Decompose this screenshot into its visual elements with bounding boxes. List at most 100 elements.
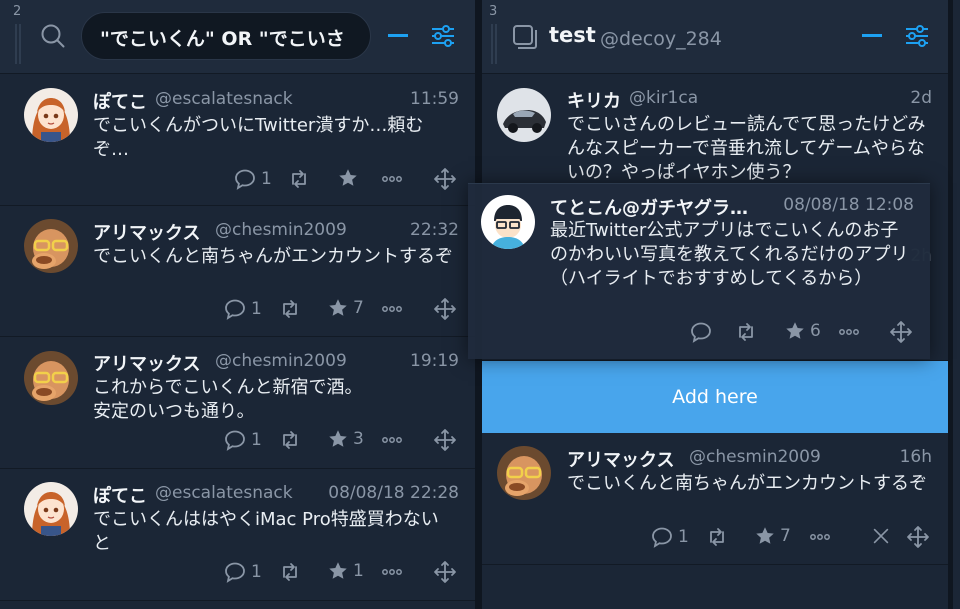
move-icon bbox=[906, 525, 930, 549]
move-button[interactable] bbox=[889, 320, 913, 344]
tweet-author-name[interactable]: アリマックス bbox=[567, 446, 674, 472]
reply-icon bbox=[223, 560, 247, 584]
reply-button[interactable]: 1 bbox=[233, 167, 272, 191]
move-button[interactable] bbox=[433, 560, 457, 584]
tweet-author-handle[interactable]: @escalatesnack bbox=[155, 89, 293, 109]
reply-count: 1 bbox=[251, 299, 262, 319]
tweet-author-name[interactable]: ぽてこ bbox=[93, 482, 147, 508]
tweet-card[interactable]: ぽてこ @escalatesnack 11:59 でこいくんがついにTwitte… bbox=[0, 75, 475, 206]
tweet-author-name[interactable]: ぽてこ bbox=[93, 88, 147, 114]
like-icon bbox=[784, 320, 806, 342]
like-button[interactable]: 7 bbox=[754, 525, 791, 547]
like-button[interactable]: 7 bbox=[327, 297, 364, 319]
retweet-button[interactable] bbox=[278, 297, 302, 321]
tweet-author-name[interactable]: キリカ bbox=[567, 87, 621, 113]
like-button[interactable]: 1 bbox=[327, 560, 364, 582]
more-icon bbox=[380, 167, 404, 191]
remove-icon bbox=[870, 525, 892, 547]
move-button[interactable] bbox=[433, 297, 457, 321]
move-icon bbox=[433, 297, 457, 321]
tweet-card[interactable]: アリマックス @chesmin2009 16h でこいくんと南ちゃんがエンカウン… bbox=[482, 434, 948, 565]
tweet-author-handle[interactable]: @escalatesnack bbox=[155, 483, 293, 503]
tweet-author-handle[interactable]: @chesmin2009 bbox=[215, 351, 347, 371]
tweet-timestamp[interactable]: 16h bbox=[900, 447, 932, 467]
tweet-author-name[interactable]: アリマックス bbox=[93, 219, 200, 245]
more-button[interactable] bbox=[380, 428, 404, 452]
more-icon bbox=[808, 525, 832, 549]
dragging-tweet-card[interactable]: てとこん@ガチヤグラ… 08/08/18 12:08 最近Twitter公式アプ… bbox=[468, 183, 930, 359]
more-icon bbox=[380, 297, 404, 321]
tweet-timestamp[interactable]: 08/08/18 22:28 bbox=[328, 483, 459, 503]
more-button[interactable] bbox=[808, 525, 832, 549]
avatar[interactable] bbox=[497, 88, 551, 142]
search-input[interactable]: "でこいくん" OR "でこいさ bbox=[81, 12, 371, 60]
move-button[interactable] bbox=[433, 428, 457, 452]
tweet-card[interactable]: アリマックス @chesmin2009 22:32 でこいくんと南ちゃんがエンカ… bbox=[0, 207, 475, 337]
more-button[interactable] bbox=[837, 320, 861, 344]
like-button[interactable] bbox=[337, 167, 359, 189]
avatar[interactable] bbox=[481, 195, 535, 249]
reply-icon bbox=[689, 320, 713, 344]
next-column-edge bbox=[953, 0, 960, 609]
like-icon bbox=[754, 525, 776, 547]
avatar[interactable] bbox=[24, 482, 78, 536]
column-number: 2 bbox=[13, 4, 22, 19]
tweet-author-handle[interactable]: @kir1ca bbox=[629, 88, 698, 108]
column-drag-handle[interactable] bbox=[15, 24, 21, 64]
move-button[interactable] bbox=[906, 525, 930, 549]
more-icon bbox=[380, 560, 404, 584]
tweet-card[interactable]: ぽてこ @escalatesnack 08/08/18 22:28 でこいくんは… bbox=[0, 470, 475, 601]
avatar[interactable] bbox=[24, 88, 78, 142]
avatar[interactable] bbox=[24, 219, 78, 273]
reply-button[interactable]: 1 bbox=[223, 560, 262, 584]
tweet-timestamp[interactable]: 22:32 bbox=[410, 220, 459, 240]
tweet-timestamp[interactable]: 11:59 bbox=[410, 89, 459, 109]
filter-icon[interactable] bbox=[903, 22, 931, 50]
add-here-drop-zone[interactable]: Add here bbox=[482, 361, 948, 433]
reply-button[interactable] bbox=[689, 320, 713, 344]
tweet-text: でこいくんがついにTwitter潰すか…頼むぞ… bbox=[93, 115, 424, 160]
avatar[interactable] bbox=[24, 351, 78, 405]
column-title: test bbox=[549, 23, 596, 47]
tweet-card[interactable]: アリマックス @chesmin2009 19:19 これからでこいくんと新宿で酒… bbox=[0, 338, 475, 469]
column-number: 3 bbox=[489, 4, 498, 19]
tweet-author-name[interactable]: アリマックス bbox=[93, 350, 200, 376]
like-icon bbox=[337, 167, 359, 189]
tweet-timestamp[interactable]: 08/08/18 12:08 bbox=[783, 195, 914, 215]
remove-button[interactable] bbox=[870, 525, 892, 547]
retweet-button[interactable] bbox=[287, 167, 311, 191]
more-button[interactable] bbox=[380, 560, 404, 584]
collapse-column-button[interactable] bbox=[862, 34, 882, 37]
column-drag-handle[interactable] bbox=[491, 24, 497, 64]
retweet-icon bbox=[278, 560, 302, 584]
collapse-column-button[interactable] bbox=[388, 34, 408, 37]
more-button[interactable] bbox=[380, 167, 404, 191]
search-icon[interactable] bbox=[39, 22, 67, 50]
reply-button[interactable]: 1 bbox=[650, 525, 689, 549]
more-button[interactable] bbox=[380, 297, 404, 321]
tweet-author-handle[interactable]: @chesmin2009 bbox=[689, 447, 821, 467]
move-button[interactable] bbox=[433, 167, 457, 191]
tweet-timestamp[interactable]: 19:19 bbox=[410, 351, 459, 371]
tweet-text: でこいくんと南ちゃんがエンカウントするぞ bbox=[567, 473, 927, 494]
like-button[interactable]: 3 bbox=[327, 428, 364, 450]
reply-button[interactable]: 1 bbox=[223, 297, 262, 321]
like-count: 1 bbox=[353, 561, 364, 581]
like-button[interactable]: 6 bbox=[784, 320, 821, 342]
retweet-button[interactable] bbox=[278, 560, 302, 584]
reply-button[interactable]: 1 bbox=[223, 428, 262, 452]
reply-icon bbox=[223, 297, 247, 321]
tweet-author-name[interactable]: てとこん@ガチヤグラ… bbox=[550, 194, 748, 220]
more-icon bbox=[380, 428, 404, 452]
tweet-author-handle[interactable]: @chesmin2009 bbox=[215, 220, 347, 240]
more-icon bbox=[837, 320, 861, 344]
avatar[interactable] bbox=[497, 446, 551, 500]
tweet-text: 最近Twitter公式アプリはでこいくんのお子のかわいい写真を教えてくれるだけの… bbox=[550, 220, 909, 289]
retweet-icon bbox=[734, 320, 758, 344]
retweet-button[interactable] bbox=[278, 428, 302, 452]
retweet-button[interactable] bbox=[734, 320, 758, 344]
retweet-button[interactable] bbox=[705, 525, 729, 549]
filter-icon[interactable] bbox=[429, 22, 457, 50]
tweet-timestamp[interactable]: 2d bbox=[910, 88, 932, 108]
retweet-icon bbox=[705, 525, 729, 549]
